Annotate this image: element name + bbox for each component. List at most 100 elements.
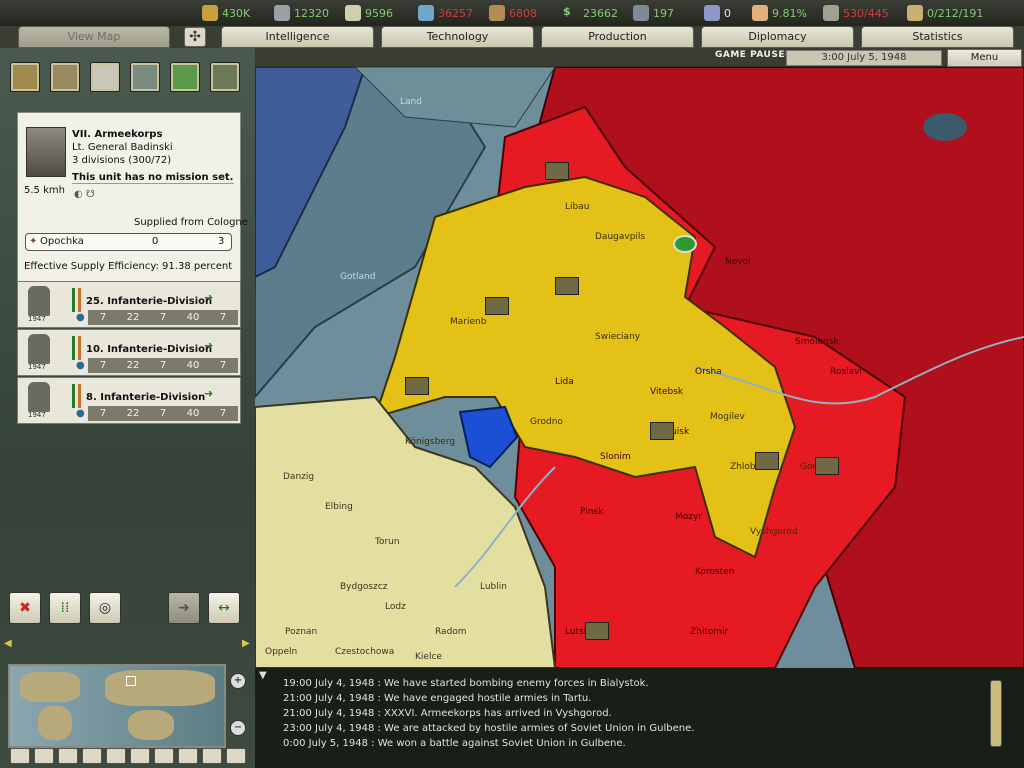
stat-value: 7 xyxy=(159,408,167,419)
cancel-orders-button[interactable]: ✖ xyxy=(9,592,41,624)
map-label: Zhitomir xyxy=(690,627,729,637)
minimap-viewport xyxy=(126,676,136,686)
escort-icon xyxy=(907,5,923,21)
land-units-button[interactable] xyxy=(10,62,40,92)
arrow-right-icon[interactable]: ➜ xyxy=(204,339,213,352)
tab-production[interactable]: Production xyxy=(541,26,694,48)
unit-marker[interactable] xyxy=(755,452,779,470)
supplies-resource[interactable]: 6808 xyxy=(489,3,537,23)
tab-intelligence[interactable]: Intelligence xyxy=(221,26,374,48)
map-filter-resources[interactable] xyxy=(154,748,174,764)
map-filter-infrastructure[interactable] xyxy=(130,748,150,764)
energy-resource[interactable]: 430K xyxy=(202,3,250,23)
province-row[interactable]: ✦ Opochka 0 3 xyxy=(25,233,232,251)
map-label: Vyshgorod xyxy=(750,527,798,537)
scroll-left-icon[interactable]: ◀ xyxy=(4,638,12,649)
naval-units-button[interactable] xyxy=(130,62,160,92)
expand-button[interactable]: ✣ xyxy=(184,27,206,47)
reassign-button[interactable]: ➜ xyxy=(168,592,200,624)
log-message[interactable]: 21:00 July 4, 1948 : We have engaged hos… xyxy=(283,693,591,704)
division-stats: 7 22 7 40 7 xyxy=(88,406,238,421)
menu-button[interactable]: Menu xyxy=(947,49,1022,67)
rare-materials-resource[interactable]: 9596 xyxy=(345,3,393,23)
division-row[interactable]: 1947 8. Infanterie-Division ➜ ● 7 22 7 40 7 xyxy=(17,377,241,424)
unit-marker[interactable] xyxy=(405,377,429,395)
tab-diplomacy[interactable]: Diplomacy xyxy=(701,26,854,48)
combat-units-button[interactable] xyxy=(170,62,200,92)
transport-icon xyxy=(704,5,720,21)
unit-marker[interactable] xyxy=(545,162,569,180)
escort-resource[interactable]: 0/212/191 xyxy=(907,3,983,23)
stat-value: 7 xyxy=(99,360,107,371)
transport-resource[interactable]: 0 xyxy=(704,3,731,23)
map-label: Poznan xyxy=(285,627,318,637)
stat-value: 40 xyxy=(186,408,200,419)
map-filter-air[interactable] xyxy=(202,748,222,764)
map-filter-political[interactable] xyxy=(34,748,54,764)
unit-marker[interactable] xyxy=(555,277,579,295)
map-label: Lida xyxy=(555,377,574,387)
convoy-icon xyxy=(823,5,839,21)
arrow-right-icon[interactable]: ➜ xyxy=(204,387,213,400)
map-label: Land xyxy=(400,97,422,107)
tab-view-map[interactable]: View Map xyxy=(18,26,170,48)
strategic-map[interactable]: Land Gotland Marienb Königsberg Danzig E… xyxy=(255,67,1024,668)
transport-units-button[interactable] xyxy=(210,62,240,92)
arrow-right-icon[interactable]: ➜ xyxy=(204,291,213,304)
tab-technology[interactable]: Technology xyxy=(381,26,534,48)
log-scrollbar[interactable] xyxy=(990,680,1002,747)
money-resource[interactable]: $23662 xyxy=(563,3,618,23)
unit-marker[interactable] xyxy=(485,297,509,315)
manpower-resource[interactable]: 197 xyxy=(633,3,674,23)
map-label: Czestochowa xyxy=(335,647,395,657)
metal-resource[interactable]: 12320 xyxy=(274,3,329,23)
strength-bar xyxy=(72,288,75,312)
unit-marker[interactable] xyxy=(650,422,674,440)
map-filter-terrain[interactable] xyxy=(10,748,30,764)
oil-resource[interactable]: 36257 xyxy=(418,3,473,23)
minimap[interactable] xyxy=(8,664,226,748)
rare-materials-icon xyxy=(345,5,361,21)
split-unit-button[interactable]: ⁞⁞ xyxy=(49,592,81,624)
map-filter-economy[interactable] xyxy=(82,748,102,764)
log-message[interactable]: 21:00 July 4, 1948 : XXXVI. Armeekorps h… xyxy=(283,708,612,719)
target-button[interactable]: ◎ xyxy=(89,592,121,624)
unit-status-icons: ◐ ☋ xyxy=(74,189,95,200)
infantry-icon xyxy=(28,286,50,316)
map-label: Novol xyxy=(725,257,751,267)
map-filter-weather[interactable] xyxy=(106,748,126,764)
selected-unit-marker[interactable] xyxy=(673,235,697,253)
dissent-icon xyxy=(752,5,768,21)
convoy-resource[interactable]: 530/445 xyxy=(823,3,889,23)
zoom-out-button[interactable]: − xyxy=(230,720,246,736)
money-icon: $ xyxy=(563,5,571,18)
tab-statistics[interactable]: Statistics xyxy=(861,26,1014,48)
air-units-button[interactable] xyxy=(90,62,120,92)
armor-units-button[interactable] xyxy=(50,62,80,92)
supplies-icon xyxy=(489,5,505,21)
map-filter-naval[interactable] xyxy=(226,748,246,764)
map-label: Elbing xyxy=(325,502,353,512)
division-row[interactable]: 1947 25. Infanterie-Division ➜ ● 7 22 7 40 7 xyxy=(17,281,241,328)
game-paused-label: GAME PAUSED xyxy=(715,50,793,60)
map-filter-supply[interactable] xyxy=(58,748,78,764)
division-row[interactable]: 1947 10. Infanterie-Division ➜ ● 7 22 7 40 7 xyxy=(17,329,241,376)
division-year: 1947 xyxy=(28,411,46,419)
zoom-in-button[interactable]: + xyxy=(230,673,246,689)
log-message[interactable]: 23:00 July 4, 1948 : We are attacked by … xyxy=(283,723,694,734)
map-label: Marienb xyxy=(450,317,487,327)
unit-marker[interactable] xyxy=(815,457,839,475)
map-label: Korosten xyxy=(695,567,735,577)
log-message[interactable]: 19:00 July 4, 1948 : We have started bom… xyxy=(283,678,649,689)
log-message[interactable]: 0:00 July 5, 1948 : We won a battle agai… xyxy=(283,738,626,749)
map-filter-theatres[interactable] xyxy=(178,748,198,764)
unit-marker[interactable] xyxy=(585,622,609,640)
collapse-log-icon[interactable]: ▼ xyxy=(259,670,267,681)
stat-value: 7 xyxy=(99,312,107,323)
map-label: Mozyr xyxy=(675,512,703,522)
map-label: Torun xyxy=(375,537,400,547)
merge-units-button[interactable]: ↔ xyxy=(208,592,240,624)
scroll-right-icon[interactable]: ▶ xyxy=(242,638,250,649)
dissent-resource[interactable]: 9.81% xyxy=(752,3,807,23)
map-label: Libau xyxy=(565,202,590,212)
